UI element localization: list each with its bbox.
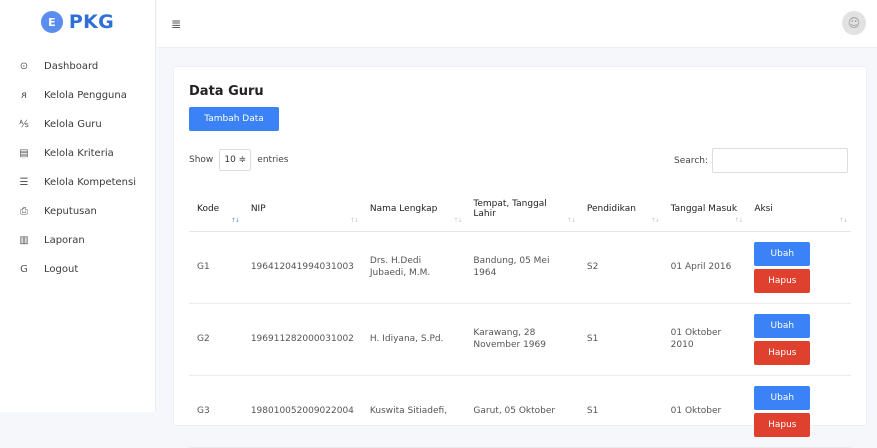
delete-button[interactable]: Hapus	[754, 412, 811, 437]
dashboard-icon: ⊙	[19, 61, 29, 72]
sidebar-item-label: Kelola Pengguna	[44, 90, 127, 101]
cell-pendidikan: S1	[578, 303, 663, 376]
cell-nama: Drs. H.Dedi Jubaedi, M.M.	[361, 231, 466, 304]
data-guru-card: Data Guru Tambah Data Show 10 ≑ entries …	[173, 66, 867, 448]
edit-button[interactable]: Ubah	[754, 313, 811, 338]
column-header-nama[interactable]: Nama Lengkap ↑↓	[361, 187, 466, 232]
topbar: ≣ ☺	[157, 0, 877, 48]
cell-tanggal-masuk: 01 Oktober	[662, 375, 747, 448]
cell-nama: H. Idiyana, S.Pd.	[361, 303, 466, 376]
cell-aksi: Ubah Hapus	[746, 303, 851, 376]
column-header-nip[interactable]: NIP ↑↓	[242, 187, 362, 232]
cell-ttl: Karawang, 28 November 1969	[465, 303, 579, 376]
column-header-tanggal-masuk[interactable]: Tanggal Masuk ↑↓	[662, 187, 747, 232]
table-row: G1 196412041994031003 Drs. H.Dedi Jubaed…	[189, 231, 851, 304]
cell-ttl: Bandung, 05 Mei 1964	[465, 231, 579, 304]
cell-pendidikan: S1	[578, 375, 663, 448]
column-header-pendidikan[interactable]: Pendidikan ↑↓	[578, 187, 663, 232]
search-label: Search:	[674, 155, 708, 166]
sidebar-item-laporan[interactable]: ▥ Laporan	[0, 226, 155, 255]
sidebar-item-label: Kelola Guru	[44, 119, 102, 130]
cell-ttl: Garut, 05 Oktober	[465, 375, 579, 448]
sidebar-item-dashboard[interactable]: ⊙ Dashboard	[0, 52, 155, 81]
sidebar-item-keputusan[interactable]: ⎙ Keputusan	[0, 197, 155, 226]
entries-label: entries	[257, 155, 289, 165]
page-title: Data Guru	[189, 84, 264, 99]
cell-pendidikan: S2	[578, 231, 663, 304]
cell-nip: 196412041994031003	[242, 231, 362, 304]
sidebar-item-kelola-pengguna[interactable]: ᴙ Kelola Pengguna	[0, 81, 155, 110]
delete-button[interactable]: Hapus	[754, 340, 811, 365]
sidebar-item-kelola-kriteria[interactable]: ▤ Kelola Kriteria	[0, 139, 155, 168]
list-icon: ☰	[19, 177, 29, 188]
user-icon: ᴙ	[20, 90, 27, 101]
sidebar-menu: ⊙ Dashboard ᴙ Kelola Pengguna ⅍ Kelola Guru…	[0, 44, 155, 284]
cell-aksi: Ubah Hapus	[746, 375, 851, 448]
brand-name: PKG	[68, 11, 115, 33]
sort-icon: ↑↓	[566, 216, 576, 224]
sidebar-item-label: Logout	[44, 264, 79, 275]
edit-button[interactable]: Ubah	[754, 241, 811, 266]
cell-nama: Kuswita Sitiadefi,	[361, 375, 466, 448]
cell-tanggal-masuk: 01 April 2016	[662, 231, 747, 304]
sidebar: E PKG ⊙ Dashboard ᴙ Kelola Pengguna ⅍ Kelol…	[0, 0, 156, 412]
brand-logo[interactable]: E PKG	[0, 0, 155, 44]
cell-kode: G3	[189, 375, 243, 448]
show-label: Show	[189, 155, 214, 165]
entries-control: Show 10 ≑ entries	[189, 149, 289, 171]
cell-kode: G2	[189, 303, 243, 376]
sidebar-item-label: Keputusan	[44, 206, 97, 217]
column-header-ttl[interactable]: Tempat, Tanggal Lahir ↑↓	[465, 187, 579, 232]
sort-icon: ↑↓	[349, 216, 359, 224]
document-icon: ▤	[19, 148, 29, 159]
menu-toggle-icon[interactable]: ≣	[171, 17, 181, 31]
report-icon: ▥	[19, 235, 29, 246]
sidebar-item-kelola-guru[interactable]: ⅍ Kelola Guru	[0, 110, 155, 139]
delete-button[interactable]: Hapus	[754, 268, 811, 293]
sidebar-item-label: Kelola Kompetensi	[44, 177, 137, 188]
table-row: G2 196911282000031002 H. Idiyana, S.Pd. …	[189, 303, 851, 376]
sidebar-item-label: Kelola Kriteria	[44, 148, 114, 159]
brand-badge-icon: E	[40, 11, 63, 33]
sidebar-item-kelola-kompetensi[interactable]: ☰ Kelola Kompetensi	[0, 168, 155, 197]
sort-icon: ↑↓	[650, 216, 660, 224]
search-input[interactable]	[712, 148, 848, 173]
sort-icon: ↑↓	[453, 216, 462, 224]
avatar[interactable]: ☺	[842, 11, 866, 35]
column-header-aksi[interactable]: Aksi ↑↓	[746, 187, 851, 232]
column-header-kode[interactable]: Kode ↑↓	[189, 187, 243, 232]
table-row: G3 198010052009022004 Kuswita Sitiadefi,…	[189, 375, 851, 448]
sort-icon: ↑↓	[838, 216, 848, 224]
cell-nip: 196911282000031002	[242, 303, 362, 376]
logout-icon: G	[20, 264, 28, 275]
sidebar-item-label: Laporan	[44, 235, 85, 246]
sort-icon: ↑↓	[230, 216, 240, 224]
guru-table: Kode ↑↓ NIP ↑↓ Nama Lengkap ↑↓ Tempat, Tang…	[189, 187, 851, 448]
sidebar-item-label: Dashboard	[44, 61, 99, 72]
cell-nip: 198010052009022004	[242, 375, 362, 448]
edit-button[interactable]: Ubah	[754, 385, 811, 410]
printer-icon: ⎙	[20, 206, 28, 217]
add-data-button[interactable]: Tambah Data	[189, 107, 279, 131]
cell-tanggal-masuk: 01 Oktober 2010	[662, 303, 747, 376]
sidebar-item-logout[interactable]: G Logout	[0, 255, 155, 284]
entries-select[interactable]: 10 ≑	[219, 149, 252, 171]
cell-kode: G1	[189, 231, 243, 304]
cell-aksi: Ubah Hapus	[746, 231, 851, 304]
sort-icon: ↑↓	[734, 216, 743, 224]
search-control: Search:	[674, 148, 848, 173]
users-icon: ⅍	[19, 119, 29, 130]
